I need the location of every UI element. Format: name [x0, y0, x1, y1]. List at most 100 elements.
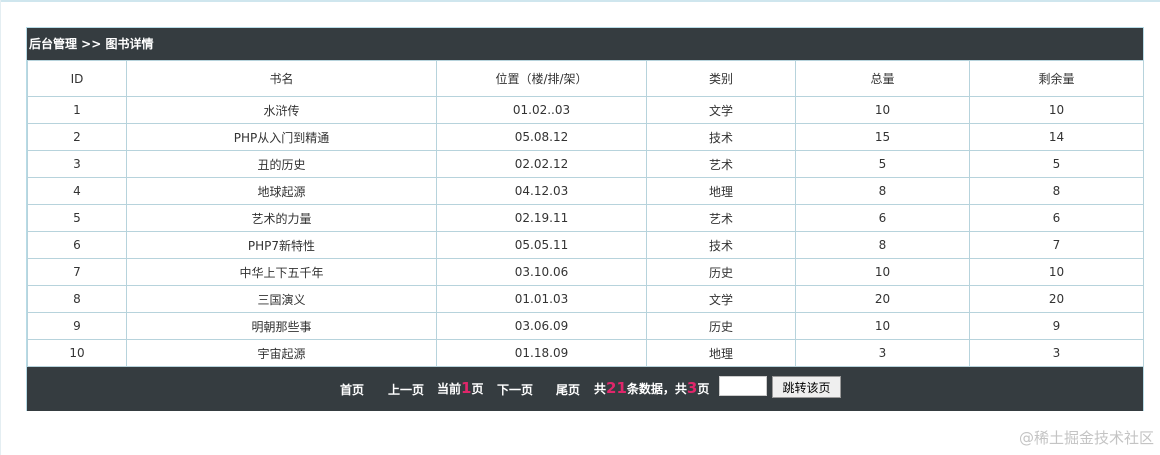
- cell-remaining: 14: [969, 123, 1144, 151]
- cell-id: 5: [27, 204, 127, 232]
- cell-total: 8: [795, 231, 970, 259]
- cell-remaining: 10: [969, 258, 1144, 286]
- total-suffix: 页: [697, 382, 710, 396]
- book-details-panel: 后台管理 >> 图书详情 ID 书名 位置（楼/排/架） 类别 总量 剩余量 1: [26, 27, 1144, 411]
- cell-category: 艺术: [646, 204, 796, 232]
- cell-location: 02.02.12: [436, 150, 647, 178]
- current-page-info: 当前1页: [437, 379, 483, 397]
- table-row: 2 PHP从入门到精通 05.08.12 技术 15 14: [27, 123, 1144, 151]
- column-header-category: 类别: [646, 60, 796, 97]
- cell-id: 4: [27, 177, 127, 205]
- current-page-suffix: 页: [471, 382, 484, 396]
- table-row: 3 丑的历史 02.02.12 艺术 5 5: [27, 150, 1144, 178]
- breadcrumb-title: 后台管理 >> 图书详情: [29, 37, 154, 51]
- cell-title: 丑的历史: [126, 150, 437, 178]
- jump-page-input[interactable]: [719, 376, 767, 396]
- cell-location: 02.19.11: [436, 204, 647, 232]
- cell-category: 艺术: [646, 150, 796, 178]
- table-row: 10 宇宙起源 01.18.09 地理 3 3: [27, 339, 1144, 367]
- cell-total: 10: [795, 312, 970, 340]
- cell-remaining: 20: [969, 285, 1144, 313]
- cell-location: 01.02..03: [436, 96, 647, 124]
- cell-category: 技术: [646, 123, 796, 151]
- top-border-line: [0, 0, 1160, 2]
- cell-total: 5: [795, 150, 970, 178]
- cell-remaining: 6: [969, 204, 1144, 232]
- cell-location: 01.18.09: [436, 339, 647, 367]
- cell-category: 文学: [646, 285, 796, 313]
- cell-title: 宇宙起源: [126, 339, 437, 367]
- cell-title: 水浒传: [126, 96, 437, 124]
- column-header-id: ID: [27, 60, 127, 97]
- current-page-prefix: 当前: [437, 382, 462, 396]
- cell-title: 明朝那些事: [126, 312, 437, 340]
- table-row: 5 艺术的力量 02.19.11 艺术 6 6: [27, 204, 1144, 232]
- cell-category: 地理: [646, 339, 796, 367]
- panel-header: 后台管理 >> 图书详情: [27, 28, 1143, 60]
- total-prefix: 共: [594, 382, 607, 396]
- pagination-bar: 首页 上一页 当前1页 下一页 尾页 共21条数据，共3页 跳转该页: [27, 367, 1143, 411]
- column-header-location: 位置（楼/排/架）: [436, 60, 647, 97]
- prev-page-link[interactable]: 上一页: [388, 381, 424, 398]
- cell-category: 地理: [646, 177, 796, 205]
- cell-category: 文学: [646, 96, 796, 124]
- cell-id: 10: [27, 339, 127, 367]
- cell-title: 地球起源: [126, 177, 437, 205]
- last-page-link[interactable]: 尾页: [556, 381, 580, 398]
- table-row: 1 水浒传 01.02..03 文学 10 10: [27, 96, 1144, 124]
- table-row: 6 PHP7新特性 05.05.11 技术 8 7: [27, 231, 1144, 259]
- cell-total: 20: [795, 285, 970, 313]
- cell-remaining: 7: [969, 231, 1144, 259]
- left-border-line: [0, 0, 1, 455]
- cell-title: 艺术的力量: [126, 204, 437, 232]
- cell-id: 9: [27, 312, 127, 340]
- next-page-link[interactable]: 下一页: [497, 381, 533, 398]
- table-row: 7 中华上下五千年 03.10.06 历史 10 10: [27, 258, 1144, 286]
- column-header-title: 书名: [126, 60, 437, 97]
- cell-title: 三国演义: [126, 285, 437, 313]
- cell-title: PHP从入门到精通: [126, 123, 437, 151]
- table-row: 8 三国演义 01.01.03 文学 20 20: [27, 285, 1144, 313]
- cell-remaining: 5: [969, 150, 1144, 178]
- cell-category: 历史: [646, 312, 796, 340]
- first-page-link[interactable]: 首页: [340, 381, 364, 398]
- cell-location: 04.12.03: [436, 177, 647, 205]
- cell-location: 03.06.09: [436, 312, 647, 340]
- cell-location: 05.08.12: [436, 123, 647, 151]
- cell-title: PHP7新特性: [126, 231, 437, 259]
- total-pages: 3: [686, 379, 698, 397]
- table-header-row: ID 书名 位置（楼/排/架） 类别 总量 剩余量: [27, 60, 1144, 97]
- cell-category: 历史: [646, 258, 796, 286]
- cell-id: 7: [27, 258, 127, 286]
- cell-remaining: 9: [969, 312, 1144, 340]
- total-records: 21: [606, 379, 627, 397]
- jump-page-button[interactable]: 跳转该页: [772, 376, 841, 398]
- cell-total: 6: [795, 204, 970, 232]
- current-page-number: 1: [461, 379, 472, 397]
- cell-category: 技术: [646, 231, 796, 259]
- cell-total: 8: [795, 177, 970, 205]
- table-row: 9 明朝那些事 03.06.09 历史 10 9: [27, 312, 1144, 340]
- table-row: 4 地球起源 04.12.03 地理 8 8: [27, 177, 1144, 205]
- cell-id: 1: [27, 96, 127, 124]
- column-header-total: 总量: [795, 60, 970, 97]
- cell-total: 10: [795, 258, 970, 286]
- cell-total: 15: [795, 123, 970, 151]
- cell-location: 01.01.03: [436, 285, 647, 313]
- cell-id: 8: [27, 285, 127, 313]
- cell-total: 3: [795, 339, 970, 367]
- total-mid: 条数据，共: [626, 382, 687, 396]
- cell-id: 6: [27, 231, 127, 259]
- cell-remaining: 8: [969, 177, 1144, 205]
- cell-id: 3: [27, 150, 127, 178]
- total-info: 共21条数据，共3页: [594, 379, 709, 397]
- cell-remaining: 10: [969, 96, 1144, 124]
- book-table: ID 书名 位置（楼/排/架） 类别 总量 剩余量 1 水浒传 01.02..0…: [27, 60, 1144, 367]
- cell-title: 中华上下五千年: [126, 258, 437, 286]
- cell-id: 2: [27, 123, 127, 151]
- cell-remaining: 3: [969, 339, 1144, 367]
- cell-total: 10: [795, 96, 970, 124]
- watermark: @稀土掘金技术社区: [1018, 429, 1154, 447]
- cell-location: 05.05.11: [436, 231, 647, 259]
- cell-location: 03.10.06: [436, 258, 647, 286]
